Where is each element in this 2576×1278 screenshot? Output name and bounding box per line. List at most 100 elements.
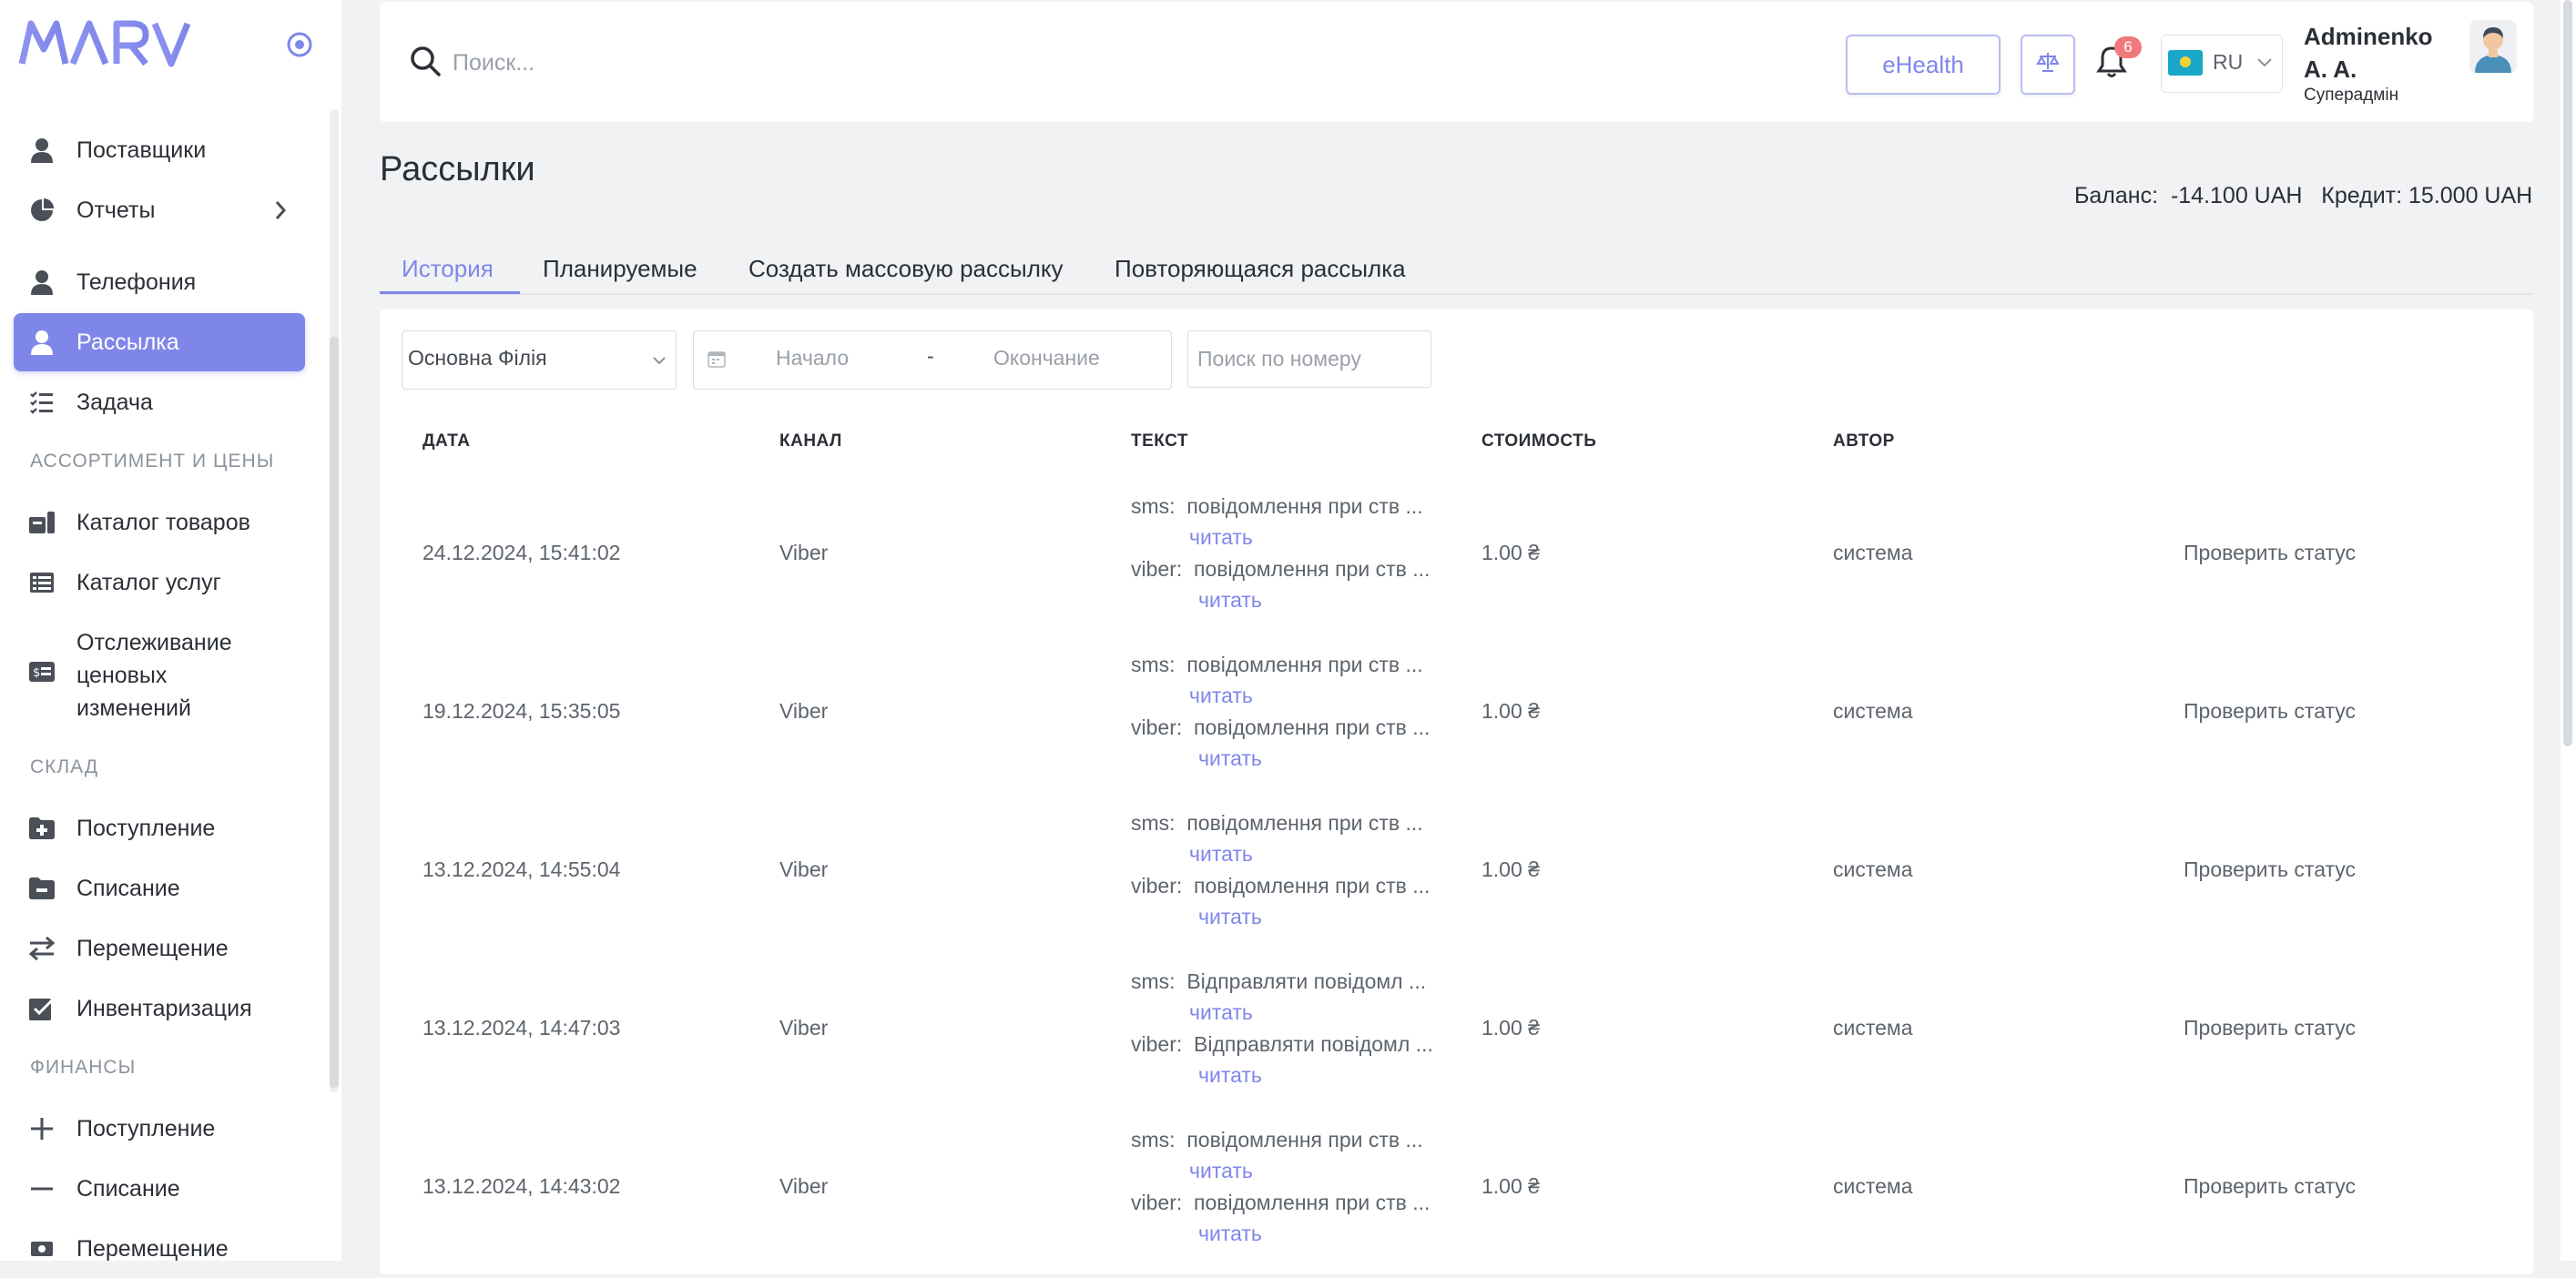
inventory-check-icon [28, 995, 56, 1022]
row-channel: Viber [779, 699, 829, 723]
row-date: 13.12.2024, 14:55:04 [423, 857, 621, 881]
folder-minus-icon [28, 875, 56, 902]
user-icon [28, 137, 56, 164]
sidebar-item-finance-transfer[interactable]: Перемещение [14, 1220, 305, 1278]
folder-plus-icon [28, 815, 56, 842]
row-date: 19.12.2024, 15:35:05 [423, 699, 621, 723]
sidebar-item-telephony[interactable]: Телефония [14, 253, 305, 311]
sidebar-item-label: Задача [76, 390, 153, 415]
date-end-field[interactable]: Окончание [993, 346, 1100, 370]
tab-recurring-mailing[interactable]: Повторяющаяся рассылка [1115, 255, 1406, 283]
sidebar-item-reports[interactable]: Отчеты [14, 181, 305, 239]
sidebar-item-label: Поступление [76, 1116, 216, 1141]
chevron-down-icon [652, 353, 667, 370]
page-scrollbar-thumb[interactable] [2563, 0, 2572, 746]
row-author: система [1833, 1174, 1913, 1198]
notifications-count-badge: 6 [2114, 36, 2142, 58]
user-name-line2: A. A. [2304, 56, 2357, 83]
sidebar-item-warehouse-writeoff[interactable]: Списание [14, 859, 305, 918]
section-title-warehouse: СКЛАД [30, 756, 99, 777]
avatar[interactable] [2469, 20, 2517, 73]
sidebar-item-price-tracking[interactable]: $ Отслеживание ценовых изменений [14, 619, 305, 725]
sidebar-scrollbar-thumb[interactable] [330, 337, 339, 1088]
column-header-author[interactable]: АВТОР [1833, 431, 1895, 451]
sidebar-collapse-icon[interactable] [286, 31, 313, 63]
marvi-logo[interactable] [18, 18, 220, 72]
tab-scheduled[interactable]: Планируемые [543, 255, 697, 283]
read-sms-link[interactable]: читать [1189, 842, 1253, 867]
column-header-cost[interactable]: СТОИМОСТЬ [1481, 431, 1596, 451]
read-viber-link[interactable]: читать [1198, 905, 1262, 929]
compare-scale-button[interactable] [2021, 35, 2075, 95]
sidebar: Поставщики Отчеты Телефония Рассылка Зад… [0, 0, 341, 1262]
sidebar-item-label-line3: изменений [76, 695, 191, 721]
sidebar-item-tasks[interactable]: Задача [14, 373, 305, 431]
tab-create-mass-mailing[interactable]: Создать массовую рассылку [748, 255, 1064, 283]
ehealth-button[interactable]: eHealth [1846, 35, 2001, 95]
sidebar-item-finance-receipt[interactable]: Поступление [14, 1100, 305, 1158]
read-viber-link[interactable]: читать [1198, 588, 1262, 613]
sidebar-item-warehouse-transfer[interactable]: Перемещение [14, 919, 305, 978]
list-icon [28, 569, 56, 596]
row-sms-text: sms: Відправляти повідомл ... [1131, 969, 1427, 993]
sidebar-item-label: Телефония [76, 269, 197, 295]
sidebar-item-label: Каталог услуг [76, 570, 221, 595]
row-sms-text: sms: повідомлення при ств ... [1131, 494, 1423, 518]
branch-filter-value: Основна Філія [408, 346, 547, 370]
sidebar-item-finance-writeoff[interactable]: Списание [14, 1160, 305, 1218]
column-header-channel[interactable]: КАНАЛ [779, 431, 842, 451]
read-sms-link[interactable]: читать [1189, 525, 1253, 550]
read-viber-link[interactable]: читать [1198, 1222, 1262, 1246]
row-sms-text: sms: повідомлення при ств ... [1131, 653, 1423, 676]
read-sms-link[interactable]: читать [1189, 684, 1253, 708]
check-status-link[interactable]: Проверить статус [2184, 541, 2356, 565]
sidebar-item-service-catalog[interactable]: Каталог услуг [14, 553, 305, 612]
date-range-separator: - [927, 344, 934, 368]
row-author: система [1833, 699, 1913, 723]
tabs-divider [380, 293, 2533, 295]
row-cost: 1.00 ₴ [1481, 857, 1540, 881]
read-viber-link[interactable]: читать [1198, 1063, 1262, 1088]
checklist-icon [28, 389, 56, 416]
user-icon [28, 329, 56, 356]
catalog-icon [28, 509, 56, 536]
row-date: 13.12.2024, 14:43:02 [423, 1174, 621, 1198]
search-icon[interactable] [410, 46, 441, 81]
global-search-input[interactable] [451, 42, 1001, 84]
column-header-text[interactable]: ТЕКСТ [1131, 431, 1188, 451]
read-sms-link[interactable]: читать [1189, 1159, 1253, 1183]
row-author: система [1833, 541, 1913, 564]
row-channel: Viber [779, 857, 829, 881]
money-transfer-icon [28, 1235, 56, 1263]
read-viber-link[interactable]: читать [1198, 746, 1262, 771]
chevron-right-icon [274, 200, 287, 227]
row-viber-text: viber: повідомлення при ств ... [1131, 1191, 1431, 1214]
chevron-down-icon [2256, 56, 2273, 73]
read-sms-link[interactable]: читать [1189, 1000, 1253, 1025]
svg-text:$: $ [33, 666, 40, 680]
sidebar-item-label: Поставщики [76, 137, 207, 163]
check-status-link[interactable]: Проверить статус [2184, 857, 2356, 882]
row-viber-text: viber: повідомлення при ств ... [1131, 715, 1431, 739]
row-channel: Viber [779, 1016, 829, 1040]
transfer-arrows-icon [28, 935, 56, 962]
plus-icon [28, 1115, 56, 1142]
sidebar-item-warehouse-receipt[interactable]: Поступление [14, 799, 305, 857]
column-header-date[interactable]: ДАТА [423, 431, 470, 451]
sidebar-item-inventory[interactable]: Инвентаризация [14, 979, 305, 1038]
sidebar-item-label: Рассылка [76, 330, 179, 355]
row-date: 13.12.2024, 14:47:03 [423, 1016, 621, 1040]
sidebar-item-mailing[interactable]: Рассылка [14, 313, 305, 371]
price-tag-icon: $ [28, 658, 56, 685]
row-viber-text: viber: повідомлення при ств ... [1131, 557, 1431, 581]
user-name[interactable]: Adminenko A. A. [2304, 20, 2449, 86]
tab-history[interactable]: История [402, 255, 494, 283]
language-label: RU [2213, 50, 2244, 74]
check-status-link[interactable]: Проверить статус [2184, 1016, 2356, 1040]
date-start-field[interactable]: Начало [776, 346, 849, 370]
check-status-link[interactable]: Проверить статус [2184, 1174, 2356, 1199]
sidebar-item-product-catalog[interactable]: Каталог товаров [14, 493, 305, 552]
sidebar-item-suppliers[interactable]: Поставщики [14, 121, 305, 179]
phone-number-search-input[interactable] [1187, 330, 1431, 388]
check-status-link[interactable]: Проверить статус [2184, 699, 2356, 724]
